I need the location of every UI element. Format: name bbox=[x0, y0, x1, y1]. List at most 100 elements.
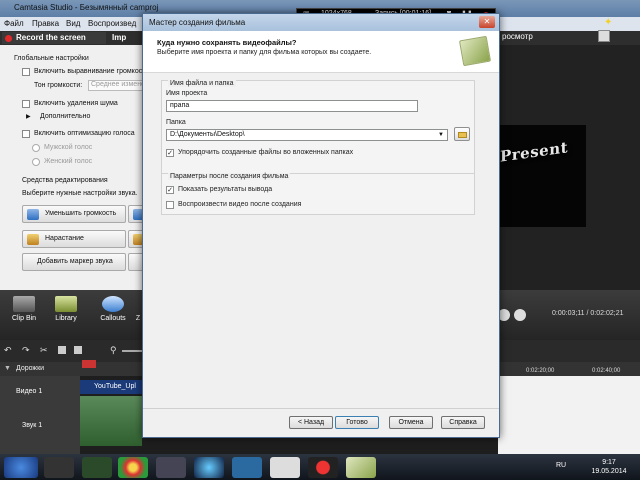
language-indicator[interactable]: RU bbox=[556, 462, 566, 469]
timecode-display: 0:00:03;11 / 0:02:02;21 bbox=[552, 310, 624, 317]
taskbar-app-icon[interactable] bbox=[194, 457, 224, 478]
reduce-volume-button[interactable]: Уменьшить громкость bbox=[22, 205, 126, 223]
fade-in-icon bbox=[27, 234, 39, 245]
dialog-titlebar[interactable]: Мастер создания фильма ✕ bbox=[143, 14, 499, 31]
dialog-divider bbox=[143, 408, 499, 409]
taskbar-app-icon[interactable] bbox=[44, 457, 74, 478]
folder-value: D:\Документы\Desktop\ bbox=[170, 131, 245, 138]
record-icon[interactable] bbox=[308, 457, 338, 478]
timeline-ruler[interactable]: 0:02:20;00 0:02:40;00 bbox=[500, 368, 640, 376]
start-button[interactable] bbox=[4, 457, 38, 478]
zoom-icon[interactable]: ⚲ bbox=[110, 345, 117, 356]
file-folder-group-label: Имя файла и папка bbox=[168, 80, 236, 87]
video-canvas[interactable] bbox=[498, 125, 586, 227]
steam-icon[interactable] bbox=[156, 457, 186, 478]
organize-subfolders-checkbox[interactable]: ✓ bbox=[166, 149, 174, 157]
post-production-group-label: Параметры после создания фильма bbox=[168, 173, 291, 180]
tab-library[interactable]: Library bbox=[48, 296, 84, 322]
section-global-settings[interactable]: Глобальные настройки bbox=[14, 55, 89, 62]
system-clock[interactable]: 9:17 19.05.2014 bbox=[586, 458, 632, 476]
tab-library-label: Library bbox=[55, 315, 77, 322]
tracks-menu[interactable]: Дорожки bbox=[16, 365, 44, 372]
app-title: Camtasia Studio - Безымянный camproj bbox=[14, 3, 159, 12]
library-icon bbox=[55, 296, 77, 312]
video-track-label[interactable]: Видео 1 bbox=[16, 388, 42, 395]
editing-tools-heading: Средства редактирования bbox=[22, 177, 108, 184]
timeline-empty-area[interactable] bbox=[498, 376, 640, 454]
tone-select[interactable]: Среднее измене bbox=[88, 80, 148, 91]
ruler-tick: 0:02:20;00 bbox=[526, 368, 555, 374]
back-button[interactable]: < Назад bbox=[289, 416, 333, 429]
editing-hint: Выберите нужные настройки звука. bbox=[22, 190, 138, 197]
taskbar-app-icon[interactable] bbox=[82, 457, 112, 478]
clock-date: 19.05.2014 bbox=[591, 468, 627, 475]
ruler-tick: 0:02:40;00 bbox=[592, 368, 621, 374]
callout-icon bbox=[102, 296, 124, 312]
advanced-link[interactable]: Дополнительно bbox=[40, 113, 90, 120]
tab-callouts[interactable]: Callouts bbox=[94, 296, 132, 322]
zoom-slider[interactable] bbox=[122, 350, 142, 352]
camtasia-logo-icon bbox=[458, 35, 492, 67]
folder-icon bbox=[458, 132, 467, 138]
camtasia-icon[interactable] bbox=[346, 457, 376, 478]
next-button[interactable] bbox=[514, 309, 526, 321]
audio-track-label[interactable]: Звук 1 bbox=[22, 422, 42, 429]
menu-playback[interactable]: Воспроизвед bbox=[88, 19, 136, 28]
cut-icon[interactable]: ✂ bbox=[40, 345, 48, 356]
dialog-title: Мастер создания фильма bbox=[149, 18, 246, 27]
expand-arrow-icon[interactable]: ▶ bbox=[26, 113, 31, 120]
word-icon[interactable] bbox=[270, 457, 300, 478]
clock-time: 9:17 bbox=[602, 459, 616, 466]
noise-removal-label: Включить удаления шума bbox=[34, 100, 118, 107]
menu-file[interactable]: Файл bbox=[4, 19, 24, 28]
project-name-input[interactable]: прапа bbox=[166, 100, 418, 112]
play-after-checkbox[interactable] bbox=[166, 201, 174, 209]
dialog-header: Куда нужно сохранять видеофайлы? Выберит… bbox=[143, 31, 499, 73]
menu-view[interactable]: Вид bbox=[66, 19, 80, 28]
record-screen-button[interactable]: Record the screen bbox=[2, 32, 106, 44]
organize-subfolders-label: Упорядочить созданные файлы во вложенных… bbox=[178, 149, 354, 156]
voice-optimization-label: Включить оптимизацию голоса bbox=[34, 130, 135, 137]
male-voice-radio[interactable] bbox=[32, 144, 40, 152]
show-results-checkbox[interactable]: ✓ bbox=[166, 186, 174, 194]
tracks-menu-icon[interactable]: ▼ bbox=[4, 365, 11, 372]
lightbulb-icon[interactable]: ✦ bbox=[604, 17, 616, 29]
tab-zoom-label[interactable]: Z bbox=[134, 315, 142, 322]
video-clip[interactable]: YouTube_Upl bbox=[80, 380, 142, 394]
playhead[interactable] bbox=[82, 360, 96, 368]
cancel-button[interactable]: Отмена bbox=[389, 416, 433, 429]
noise-removal-checkbox[interactable] bbox=[22, 100, 30, 108]
skype-icon[interactable] bbox=[232, 457, 262, 478]
preview-title: росмотр bbox=[502, 32, 533, 41]
chevron-down-icon[interactable]: ▼ bbox=[438, 130, 444, 140]
female-voice-radio[interactable] bbox=[32, 158, 40, 166]
paste-icon[interactable] bbox=[74, 346, 82, 354]
finish-button[interactable]: Готово bbox=[335, 416, 379, 429]
add-audio-marker-button[interactable]: Добавить маркер звука bbox=[22, 253, 126, 271]
folder-select[interactable]: D:\Документы\Desktop\ ▼ bbox=[166, 129, 448, 141]
undo-icon[interactable]: ↶ bbox=[4, 345, 12, 356]
volume-leveling-checkbox[interactable] bbox=[22, 68, 30, 76]
close-icon[interactable]: ✕ bbox=[479, 16, 495, 28]
tab-clip-bin[interactable]: Clip Bin bbox=[6, 296, 42, 322]
preview-size-button[interactable] bbox=[598, 30, 610, 42]
volume-leveling-label: Включить выравнивание громкост bbox=[34, 68, 146, 75]
fade-in-button[interactable]: Нарастание bbox=[22, 230, 126, 248]
voice-optimization-checkbox[interactable] bbox=[22, 130, 30, 138]
dialog-subheading: Выберите имя проекта и папку для фильма … bbox=[157, 49, 372, 56]
film-icon bbox=[13, 296, 35, 312]
tab-callouts-label: Callouts bbox=[100, 315, 126, 322]
male-voice-label: Мужской голос bbox=[44, 144, 93, 151]
tab-clip-bin-label: Clip Bin bbox=[11, 315, 37, 322]
tone-label: Тон громкости: bbox=[34, 82, 83, 89]
help-button[interactable]: Справка bbox=[441, 416, 485, 429]
female-voice-label: Женский голос bbox=[44, 158, 93, 165]
menu-edit[interactable]: Правка bbox=[32, 19, 59, 28]
browse-folder-button[interactable] bbox=[454, 127, 470, 141]
chrome-icon[interactable] bbox=[118, 457, 148, 478]
copy-icon[interactable] bbox=[58, 346, 66, 354]
redo-icon[interactable]: ↷ bbox=[22, 345, 30, 356]
audio-clip-waveform[interactable] bbox=[80, 396, 142, 446]
file-folder-group: Имя файла и папка Имя проекта прапа Папк… bbox=[161, 80, 475, 174]
volume-down-icon bbox=[27, 209, 39, 220]
